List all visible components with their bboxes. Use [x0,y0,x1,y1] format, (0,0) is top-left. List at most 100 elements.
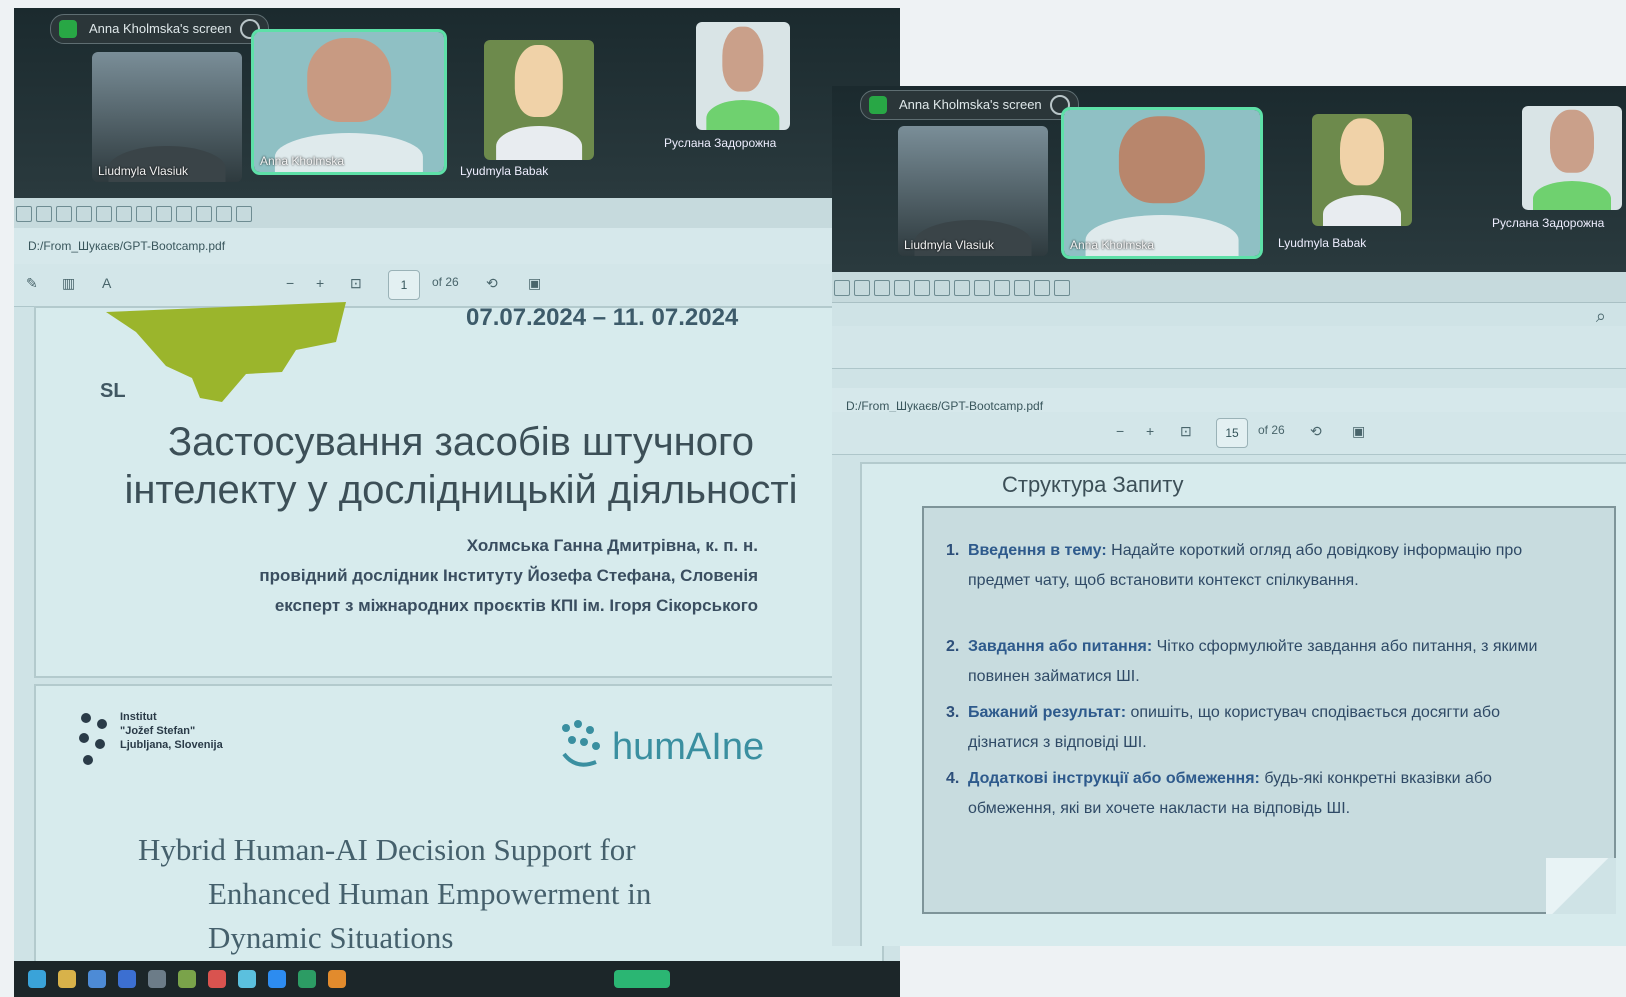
share-label: Anna Kholmska's screen [899,97,1042,112]
item-number: 2. [946,638,960,655]
toolbar-icon[interactable] [96,206,112,222]
item-lead: Введення в тему: [968,542,1107,559]
page-number-input[interactable]: 15 [1216,418,1248,448]
zoom-participant-bar: Anna Kholmska's screen Liudmyla Vlasiuk … [832,86,1626,272]
event-dates: 07.07.2024 – 11. 07.2024 [466,304,739,331]
participant-tile-active[interactable]: Anna Kholmska [1061,107,1263,259]
zoom-in-button[interactable]: + [316,275,324,291]
inst-city: Ljubljana, Slovenija [120,739,223,751]
toolbar-icon[interactable] [1014,280,1030,296]
app-icon[interactable] [148,970,166,988]
zoom-participant-bar: Anna Kholmska's screen Liudmyla Vlasiuk … [14,8,900,198]
participant-tile[interactable] [1312,114,1412,226]
list-item: 1. Введення в тему: Надайте короткий огл… [946,536,1574,596]
file-path: D:/From_Шукаєв/GPT-Bootcamp.pdf [846,399,1044,413]
eng-title-line: Dynamic Situations [208,920,454,955]
humaine-text: humAIne [612,726,765,768]
toolbar-icon[interactable] [1034,280,1050,296]
zoom-icon[interactable] [268,970,286,988]
toolbar-icon[interactable] [36,206,52,222]
screen-share-indicator[interactable]: Anna Kholmska's screen [50,14,269,44]
page-view-icon[interactable]: ▣ [1352,423,1365,440]
layout-icon[interactable]: ▥ [62,275,75,292]
app-icon[interactable] [88,970,106,988]
eng-title-line: Enhanced Human Empowerment in [208,876,652,911]
app-icon[interactable] [238,970,256,988]
draw-icon[interactable]: ✎ [26,275,38,292]
toolbar-icon[interactable] [894,280,910,296]
participant-name: Руслана Задорожна [1492,216,1605,230]
toolbar-icon[interactable] [176,206,192,222]
rotate-icon[interactable]: ⟲ [1310,423,1322,440]
toolbar-icon[interactable] [954,280,970,296]
participant-name: Anna Kholmska [260,154,345,168]
title-line: Застосування засобів штучного [168,420,754,464]
list-item: 4. Додаткові інструкції або обмеження: б… [946,764,1574,824]
item-lead: Додаткові інструкції або обмеження: [968,770,1260,787]
participant-tile[interactable] [696,22,790,130]
toolbar-icon[interactable] [834,280,850,296]
toolbar-icon[interactable] [994,280,1010,296]
participant-tile-active[interactable]: Anna Kholmska [251,29,447,175]
toolbar-icon[interactable] [914,280,930,296]
participant-tile[interactable]: Liudmyla Vlasiuk [92,52,242,182]
toolbar-icon[interactable] [974,280,990,296]
app-icon[interactable] [298,970,316,988]
participant-name: Liudmyla Vlasiuk [98,164,189,178]
zoom-out-button[interactable]: − [1116,423,1124,439]
toolbar-icon[interactable] [16,206,32,222]
item-number: 3. [946,704,960,721]
file-path-bar: D:/From_Шукаєв/GPT-Bootcamp.pdf [14,228,900,264]
search-icon[interactable]: ⌕ [1596,306,1606,327]
author-role: провідний дослідник Інституту Йозефа Сте… [259,566,758,585]
slide-main-title: Застосування засобів штучного інтелекту … [96,418,826,514]
slide-title: 07.07.2024 – 11. 07.2024 SL Застосування… [34,302,884,678]
participant-name: Liudmyla Vlasiuk [904,238,995,252]
zoom-out-button[interactable]: − [286,275,294,291]
fit-page-icon[interactable]: ⊡ [350,275,362,292]
toolbar-icon[interactable] [156,206,172,222]
fit-page-icon[interactable]: ⊡ [1180,423,1192,440]
toolbar-icon[interactable] [236,206,252,222]
zoom-in-button[interactable]: + [1146,423,1154,439]
ijs-logo: Institut "Jožef Stefan" Ljubljana, Slove… [76,710,223,775]
inst-name: "Jožef Stefan" [120,725,196,737]
toolbar-icon[interactable] [136,206,152,222]
toolbar-icon[interactable] [76,206,92,222]
list-item: 3. Бажаний результат: опишіть, що корист… [946,698,1574,758]
toolbar-icon[interactable] [56,206,72,222]
app-toolbar-strip: ⌕ [832,272,1626,326]
share-icon [59,20,77,38]
windows-start-icon[interactable] [28,970,46,988]
rotate-icon[interactable]: ⟲ [486,275,498,292]
toolbar-icon[interactable] [216,206,232,222]
toolbar-icon[interactable] [116,206,132,222]
participant-tile[interactable] [484,40,594,160]
toolbar-icon[interactable] [854,280,870,296]
active-app-indicator[interactable] [614,970,670,988]
file-path: D:/From_Шукаєв/GPT-Bootcamp.pdf [28,239,226,253]
app-icon[interactable] [118,970,136,988]
app-icon[interactable] [328,970,346,988]
slide-project: Institut "Jožef Stefan" Ljubljana, Slove… [34,684,884,968]
chrome-icon[interactable] [208,970,226,988]
text-size-icon[interactable]: A [102,275,111,291]
inst-name: Institut [120,711,157,723]
participant-tile[interactable] [1522,106,1622,210]
app-icon[interactable] [178,970,196,988]
participant-tile[interactable]: Liudmyla Vlasiuk [898,126,1048,256]
toolbar-icon[interactable] [934,280,950,296]
pdf-page-controls: − + ⊡ 15 of 26 ⟲ ▣ [832,412,1626,455]
item-lead: Завдання або питання: [968,638,1153,655]
page-total: of 26 [432,275,459,289]
ijs-logo-icon [79,713,107,765]
explorer-icon[interactable] [58,970,76,988]
page-view-icon[interactable]: ▣ [528,275,541,292]
toolbar-icon[interactable] [1054,280,1070,296]
toolbar-icon[interactable] [196,206,212,222]
screen-share-indicator[interactable]: Anna Kholmska's screen [860,90,1079,120]
pdf-toolbar: ✎ ▥ A [832,326,1626,436]
toolbar-icon[interactable] [874,280,890,296]
right-screen-photo: Anna Kholmska's screen Liudmyla Vlasiuk … [832,86,1626,946]
page-number-input[interactable]: 1 [388,270,420,300]
